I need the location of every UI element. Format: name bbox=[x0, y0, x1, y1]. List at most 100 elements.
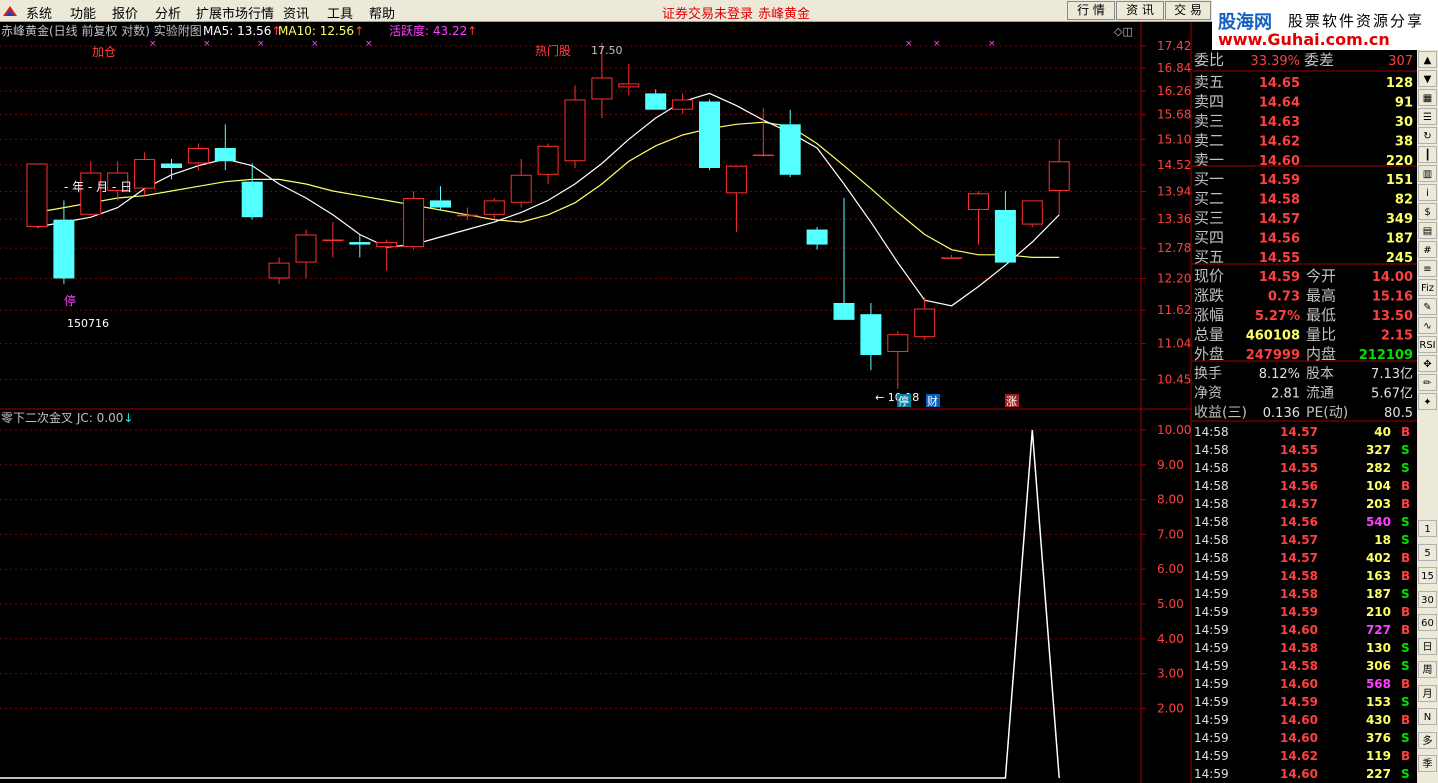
candle-body bbox=[699, 101, 720, 168]
tick-side: B bbox=[1401, 425, 1410, 439]
candle-body bbox=[430, 200, 451, 208]
activity-label: 活跃度: 43.22↑ bbox=[389, 23, 477, 38]
tick-side: B bbox=[1401, 749, 1410, 763]
window-toggle-icon[interactable]: ◇◫ bbox=[1114, 25, 1133, 38]
book-volume: 151 bbox=[1386, 173, 1413, 188]
stat-label: 涨跌 bbox=[1194, 287, 1224, 305]
list-icon[interactable]: ☰ bbox=[1418, 108, 1437, 125]
weicha-value: 307 bbox=[1388, 54, 1413, 69]
candle-body bbox=[53, 219, 75, 279]
menu-quote[interactable]: 报价 bbox=[112, 3, 138, 22]
candle bbox=[403, 190, 425, 250]
stat-label: 最高 bbox=[1306, 287, 1336, 305]
fiz-icon[interactable]: Fiz bbox=[1418, 279, 1437, 296]
hash-icon[interactable]: # bbox=[1418, 241, 1437, 258]
down-arrow-icon[interactable]: ▼ bbox=[1418, 70, 1437, 87]
candle-body bbox=[779, 124, 801, 175]
period-button-7[interactable]: 月 bbox=[1418, 684, 1437, 702]
grid-icon[interactable]: ▦ bbox=[1418, 89, 1437, 106]
tick-time: 14:58 bbox=[1194, 443, 1229, 457]
app-logo-icon bbox=[3, 6, 17, 16]
rsi-icon[interactable]: RSI bbox=[1418, 336, 1437, 353]
annotation-add-position: 加仓 bbox=[92, 45, 116, 59]
stat-label: 现价 bbox=[1194, 267, 1224, 285]
period-button-5[interactable]: 日 bbox=[1418, 637, 1437, 655]
sub-y-tick-label: 7.00 bbox=[1157, 527, 1184, 541]
menu-system[interactable]: 系统 bbox=[26, 3, 52, 22]
tick-volume: 430 bbox=[1366, 713, 1391, 727]
tick-volume: 104 bbox=[1366, 479, 1391, 493]
y-tick-label: 16.26 bbox=[1157, 84, 1191, 98]
menu-extended-market[interactable]: 扩展市场行情 bbox=[196, 3, 274, 22]
up-arrow-icon[interactable]: ▲ bbox=[1418, 51, 1437, 68]
period-button-1[interactable]: 5 bbox=[1418, 543, 1437, 561]
fund-icon[interactable]: $ bbox=[1418, 203, 1437, 220]
info-icon[interactable]: i bbox=[1418, 184, 1437, 201]
tick-side: S bbox=[1401, 659, 1410, 673]
menu-analysis[interactable]: 分析 bbox=[155, 3, 181, 22]
bars-icon[interactable]: ▥ bbox=[1418, 165, 1437, 182]
guhai-banner[interactable]: 股海网 股票软件资源分享 www.Guhai.com.cn bbox=[1212, 0, 1438, 50]
tick-price: 14.59 bbox=[1280, 605, 1318, 619]
period-button-9[interactable]: 多 bbox=[1418, 731, 1437, 749]
tick-price: 14.58 bbox=[1280, 569, 1318, 583]
period-button-8[interactable]: N bbox=[1418, 708, 1437, 725]
tick-time: 14:58 bbox=[1194, 479, 1229, 493]
period-button-6[interactable]: 周 bbox=[1418, 661, 1437, 678]
menu-news[interactable]: 资讯 bbox=[283, 3, 309, 22]
period-button-4[interactable]: 60 bbox=[1418, 614, 1437, 631]
kline-chart[interactable]: 17.42 16.84 16.26 15.68 15.10 14.52 13.94 13.36… bbox=[0, 22, 1192, 783]
move-icon[interactable]: ✥ bbox=[1418, 355, 1437, 372]
doc-icon[interactable]: ▤ bbox=[1418, 222, 1437, 239]
sub-y-tick-label: 10.00 bbox=[1157, 423, 1191, 437]
wave-icon[interactable]: ∿ bbox=[1418, 317, 1437, 334]
period-button-3[interactable]: 30 bbox=[1418, 590, 1437, 608]
signal-marker: × bbox=[933, 39, 941, 49]
menu-function[interactable]: 功能 bbox=[70, 3, 96, 22]
news-button[interactable]: 资 讯 bbox=[1116, 1, 1164, 20]
badge-halt[interactable]: 停 bbox=[898, 394, 909, 408]
trade-button[interactable]: 交 易 bbox=[1165, 1, 1211, 20]
y-tick-label: 12.78 bbox=[1157, 241, 1191, 255]
candle-body bbox=[483, 200, 505, 215]
badge-rise[interactable]: 涨 bbox=[1006, 395, 1017, 408]
ma5-name: MA5 bbox=[203, 24, 229, 38]
tick-volume: 163 bbox=[1366, 569, 1391, 583]
book-volume: 349 bbox=[1386, 212, 1413, 227]
tick-time: 14:59 bbox=[1194, 677, 1229, 691]
y-tick-label: 10.45 bbox=[1157, 373, 1191, 387]
period-button-10[interactable]: 季 bbox=[1418, 755, 1437, 772]
notice-stock: 赤峰黄金 bbox=[758, 7, 811, 22]
tick-price: 14.62 bbox=[1280, 749, 1318, 763]
signal-marker: × bbox=[257, 39, 265, 49]
candle-icon[interactable]: ┃ bbox=[1418, 146, 1437, 163]
refresh-icon[interactable]: ↻ bbox=[1418, 127, 1437, 144]
stat-value: 7.13亿 bbox=[1371, 367, 1413, 382]
tick-row: 14:59 14.58 130 S bbox=[1194, 641, 1410, 655]
menu-tools[interactable]: 工具 bbox=[327, 3, 353, 22]
candle-body bbox=[214, 147, 236, 162]
sub-y-tick-label: 8.00 bbox=[1157, 493, 1184, 507]
candle-body bbox=[752, 154, 774, 157]
candle-body bbox=[1021, 200, 1043, 225]
pencil-icon[interactable]: ✏ bbox=[1418, 374, 1437, 391]
tick-side: S bbox=[1401, 731, 1410, 745]
pen-icon[interactable]: ✎ bbox=[1418, 298, 1437, 315]
tick-time: 14:59 bbox=[1194, 767, 1229, 781]
period-button-0[interactable]: 1 bbox=[1418, 520, 1437, 537]
book-price: 14.59 bbox=[1259, 173, 1300, 188]
magic-icon[interactable]: ✦ bbox=[1418, 393, 1437, 410]
badge-finance[interactable]: 财 bbox=[927, 394, 938, 408]
candle-body bbox=[376, 242, 398, 248]
tick-side: S bbox=[1401, 587, 1410, 601]
tick-time: 14:59 bbox=[1194, 587, 1229, 601]
rank-icon[interactable]: ≡ bbox=[1418, 260, 1437, 277]
period-button-2[interactable]: 15 bbox=[1418, 567, 1437, 584]
quote-button[interactable]: 行 情 bbox=[1067, 1, 1115, 20]
tick-side: B bbox=[1401, 569, 1410, 583]
book-volume: 30 bbox=[1395, 115, 1413, 130]
tick-side: B bbox=[1401, 551, 1410, 565]
menu-help[interactable]: 帮助 bbox=[369, 3, 395, 22]
stat-label: 涨幅 bbox=[1194, 306, 1224, 324]
y-tick-label: 11.04 bbox=[1157, 337, 1191, 351]
